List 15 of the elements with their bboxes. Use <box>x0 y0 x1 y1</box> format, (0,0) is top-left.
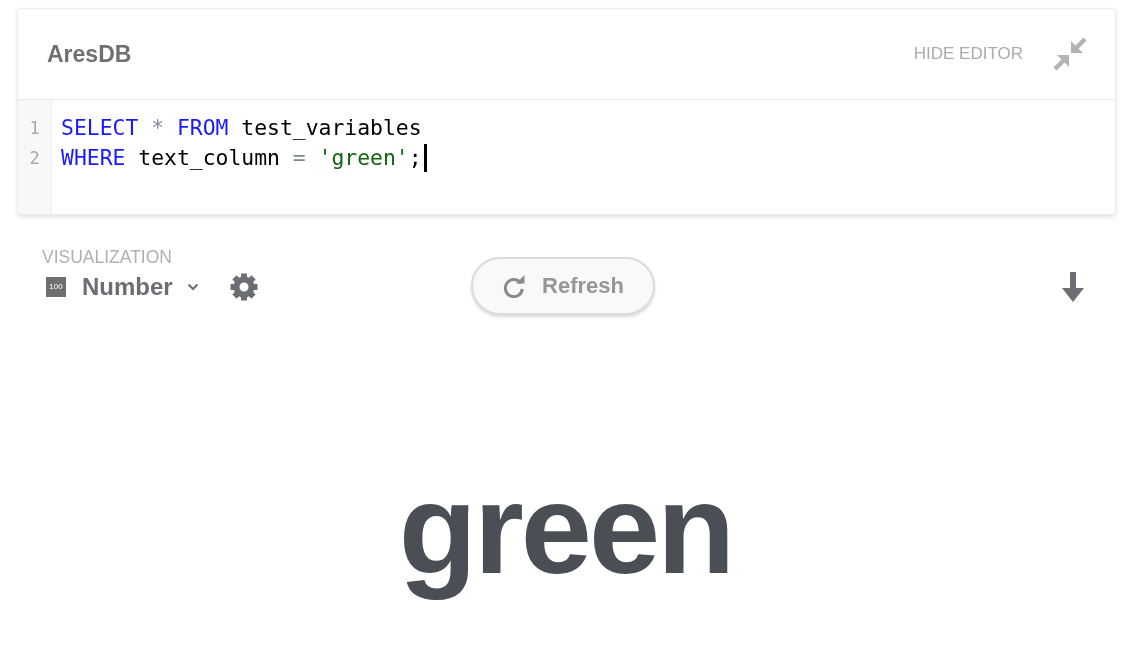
line-number: 2 <box>29 147 40 170</box>
line-number: 1 <box>29 117 40 140</box>
query-title: AresDB <box>47 40 132 68</box>
visualization-type-dropdown[interactable]: Number <box>82 273 199 301</box>
result-value: green <box>397 456 734 602</box>
code-editor[interactable]: 1 2 SELECT * FROM test_variables WHERE text_column = 'green'; <box>18 100 1115 214</box>
code-line: WHERE text_column = 'green'; <box>61 144 422 172</box>
code-line: SELECT * FROM test_variables <box>61 114 422 142</box>
download-icon[interactable] <box>1062 272 1084 302</box>
settings-icon[interactable] <box>229 273 258 301</box>
visualization-label: VISUALIZATION <box>42 247 172 267</box>
number-type-icon: 100 <box>46 277 66 297</box>
chevron-down-icon <box>186 283 199 291</box>
refresh-icon <box>502 274 527 298</box>
refresh-button[interactable]: Refresh <box>471 257 655 315</box>
